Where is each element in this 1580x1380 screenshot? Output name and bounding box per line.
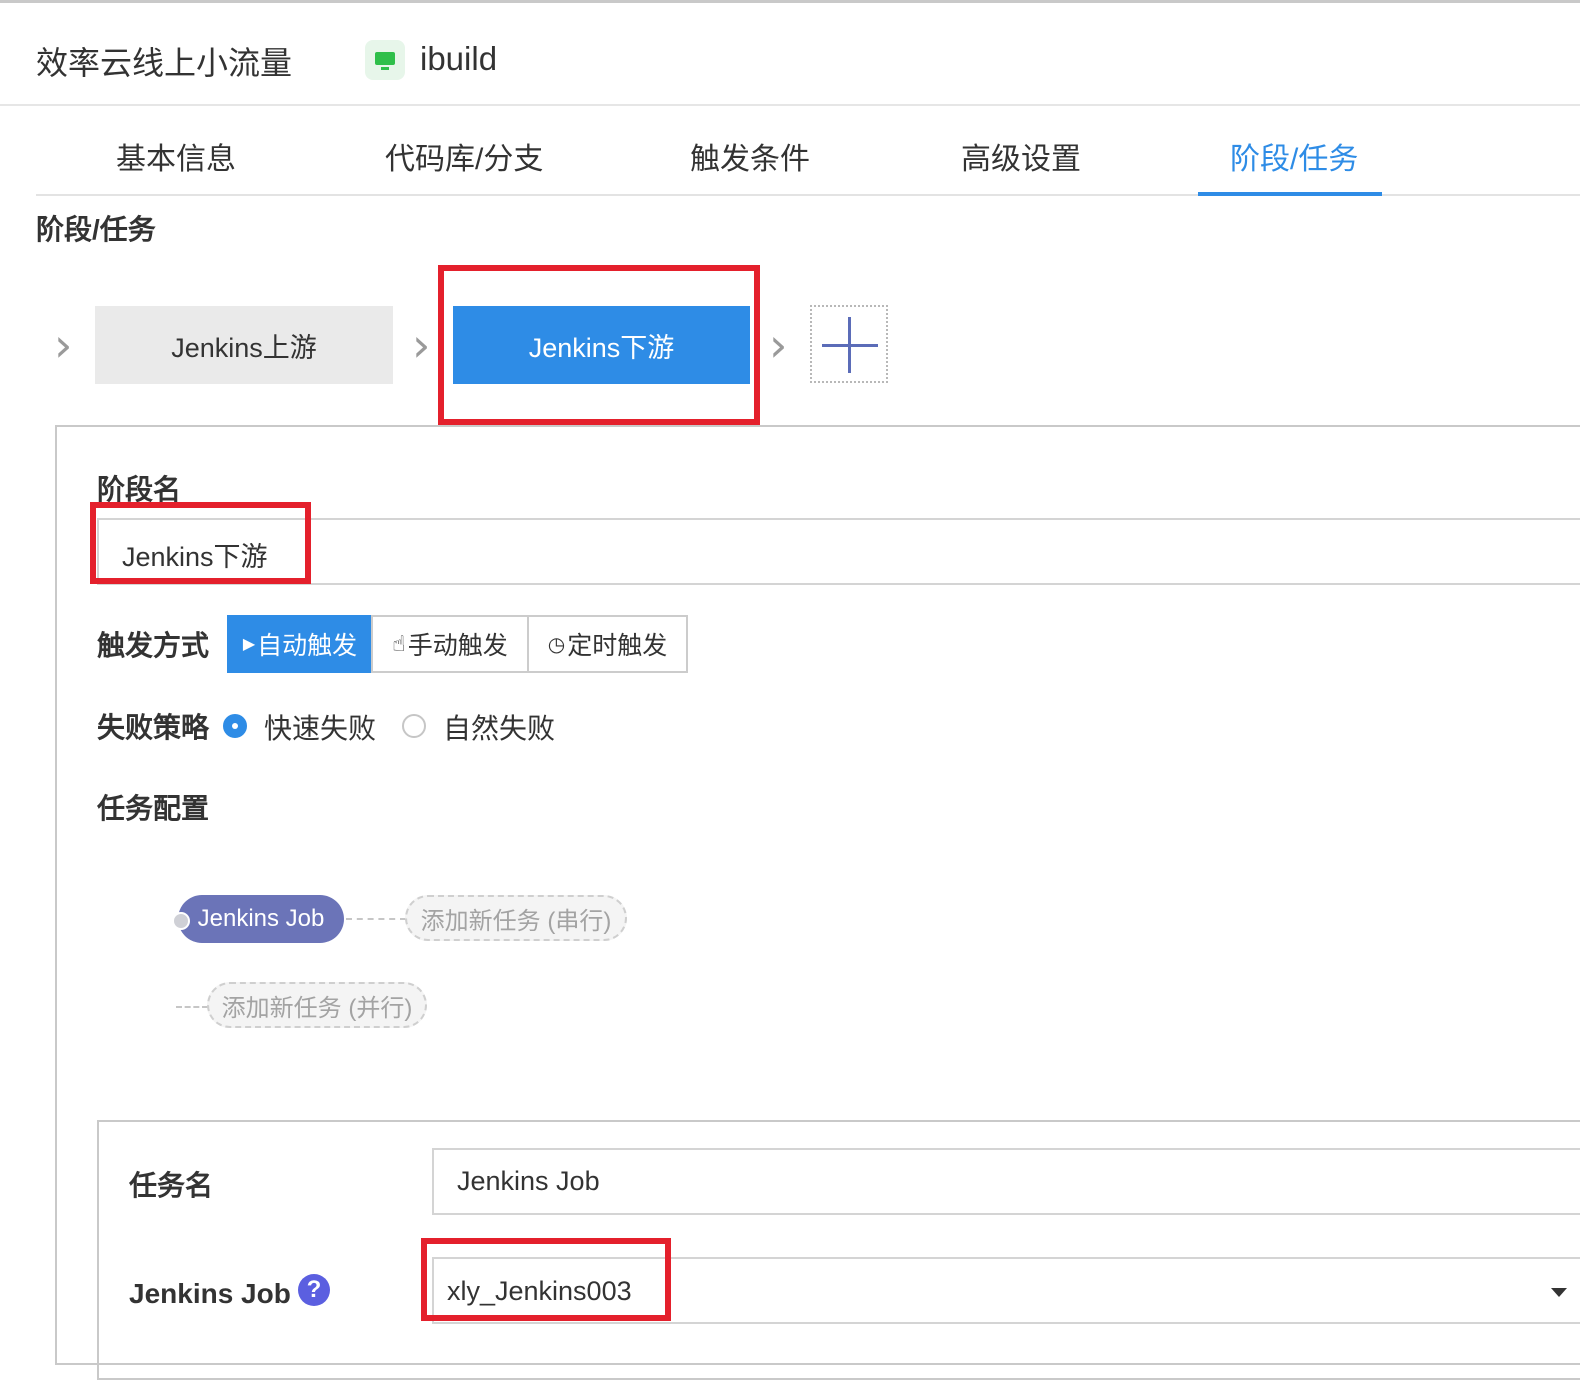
failure-fast-label[interactable]: 快速失败 bbox=[264, 707, 376, 747]
failure-natural-label[interactable]: 自然失败 bbox=[443, 707, 555, 747]
stage-jenkins-downstream[interactable]: Jenkins下游 bbox=[453, 306, 750, 384]
task-config-label: 任务配置 bbox=[97, 793, 210, 824]
add-stage-button[interactable] bbox=[810, 305, 888, 383]
top-border bbox=[0, 0, 1580, 3]
trigger-manual-label: 手动触发 bbox=[407, 632, 508, 660]
task-connector-dot bbox=[172, 912, 190, 930]
jenkins-job-label: Jenkins Job bbox=[129, 1278, 291, 1309]
tab-stages-tasks[interactable]: 阶段/任务 bbox=[1230, 134, 1358, 178]
trigger-auto-button[interactable]: ▶ 自动触发 bbox=[227, 615, 373, 673]
stage-jenkins-upstream[interactable]: Jenkins上游 bbox=[95, 306, 393, 384]
env-name: ibuild bbox=[420, 40, 498, 77]
stage-name-label: 阶段名 bbox=[97, 474, 182, 505]
serial-connector bbox=[346, 918, 406, 920]
project-name: 效率云线上小流量 bbox=[36, 45, 293, 81]
jenkins-job-value: xly_Jenkins003 bbox=[447, 1276, 632, 1306]
task-name-value: Jenkins Job bbox=[457, 1166, 600, 1196]
monitor-icon bbox=[365, 40, 405, 80]
chevron-right-icon: › bbox=[54, 318, 73, 372]
task-name-input[interactable] bbox=[432, 1148, 1580, 1215]
add-parallel-task-button[interactable]: 添加新任务 (并行) bbox=[207, 982, 427, 1028]
failure-strategy-label: 失败策略 bbox=[97, 712, 210, 743]
play-icon: ▶ bbox=[242, 636, 256, 653]
header-divider bbox=[0, 104, 1580, 106]
chevron-down-icon[interactable] bbox=[1551, 1288, 1567, 1297]
stage-name-value: Jenkins下游 bbox=[122, 542, 268, 572]
trigger-scheduled-label: 定时触发 bbox=[567, 632, 668, 660]
tab-repo-branch[interactable]: 代码库/分支 bbox=[385, 134, 543, 178]
section-title: 阶段/任务 bbox=[36, 214, 156, 245]
trigger-manual-button[interactable]: ☝ 手动触发 bbox=[371, 615, 529, 673]
add-serial-task-button[interactable]: 添加新任务 (串行) bbox=[405, 895, 627, 941]
clock-icon: ◷ bbox=[547, 633, 566, 656]
trigger-mode-label: 触发方式 bbox=[97, 630, 210, 661]
trigger-scheduled-button[interactable]: ◷ 定时触发 bbox=[527, 615, 688, 673]
parallel-connector bbox=[176, 1006, 208, 1008]
chevron-right-icon: › bbox=[769, 318, 788, 372]
active-tab-indicator bbox=[1198, 192, 1382, 196]
chevron-right-icon: › bbox=[412, 318, 431, 372]
tab-trigger-conditions[interactable]: 触发条件 bbox=[690, 134, 810, 178]
tab-basic-info[interactable]: 基本信息 bbox=[116, 134, 236, 178]
stage-name-input[interactable] bbox=[97, 518, 1580, 585]
task-name-label: 任务名 bbox=[129, 1170, 214, 1201]
question-circle-icon[interactable]: ? bbox=[298, 1274, 330, 1306]
failure-natural-radio[interactable] bbox=[402, 714, 426, 738]
trigger-auto-label: 自动触发 bbox=[257, 632, 358, 660]
failure-fast-radio[interactable] bbox=[223, 714, 247, 738]
task-jenkins-job[interactable]: Jenkins Job bbox=[178, 895, 344, 943]
tab-advanced-settings[interactable]: 高级设置 bbox=[961, 134, 1081, 178]
hand-pointer-icon: ☝ bbox=[392, 631, 406, 656]
